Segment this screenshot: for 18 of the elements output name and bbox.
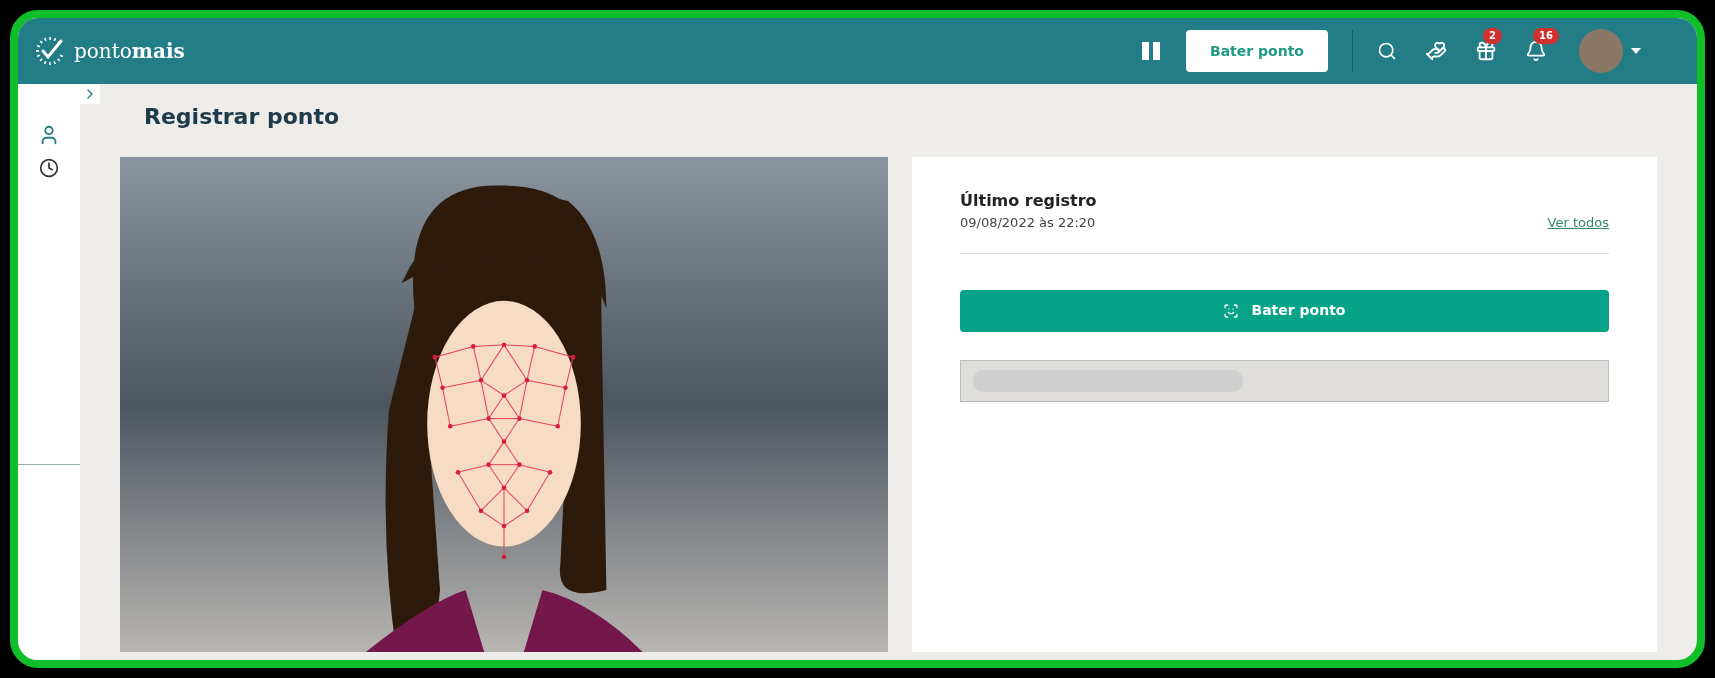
- pause-icon[interactable]: [1140, 40, 1162, 62]
- page-title: Registrar ponto: [144, 103, 341, 131]
- card-title: Último registro: [960, 190, 1097, 212]
- caret-icon[interactable]: [1631, 48, 1641, 54]
- see-all-link[interactable]: Ver todos: [1547, 213, 1609, 233]
- last-record-time: 09/08/2022 às 22:20: [960, 214, 1097, 232]
- punch-clock-button[interactable]: Bater ponto: [1186, 30, 1328, 72]
- bell-icon[interactable]: [1525, 40, 1547, 62]
- gift-icon[interactable]: [1475, 40, 1497, 62]
- clock-check-logo-icon: [34, 35, 66, 67]
- clock-icon[interactable]: [39, 158, 59, 178]
- face-scan-icon: [1223, 302, 1240, 319]
- notification-count: 16: [1533, 28, 1559, 44]
- notification-count: 2: [1483, 28, 1502, 44]
- search-icon[interactable]: [1377, 41, 1397, 61]
- punch-clock-button[interactable]: Bater ponto: [960, 289, 1609, 332]
- hand-heart-icon[interactable]: [1425, 40, 1447, 62]
- brand-name: pontomais: [74, 38, 185, 65]
